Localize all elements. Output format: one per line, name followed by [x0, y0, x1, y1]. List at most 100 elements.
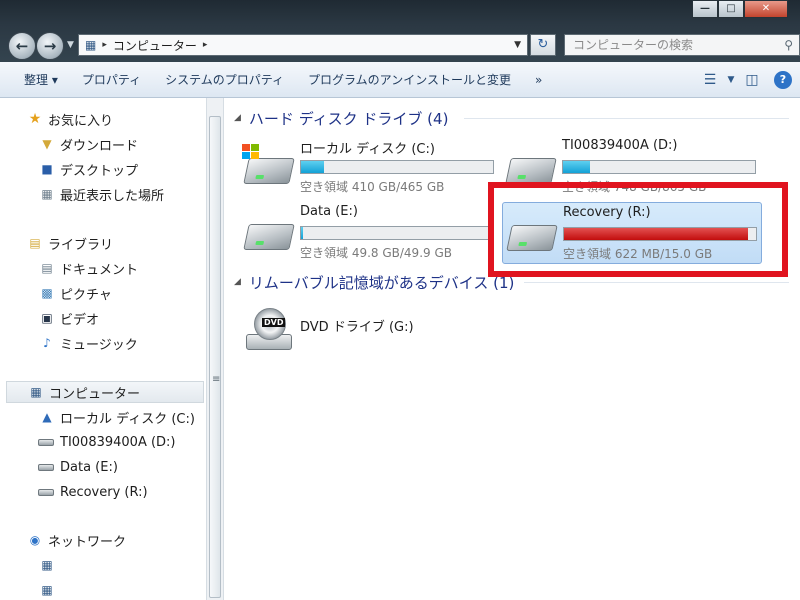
arrow-right-icon: → — [43, 37, 57, 55]
preview-pane-icon[interactable]: ◫ — [738, 72, 766, 88]
help-button[interactable]: ? — [774, 71, 792, 89]
address-bar[interactable]: ▦ ▸ コンピューター ▸ ▼ — [78, 34, 528, 56]
search-input[interactable]: コンピューターの検索 ⚲ — [564, 34, 800, 56]
recent-places-icon: ▦ — [41, 187, 53, 201]
drive-icon — [505, 158, 557, 184]
navigation-pane: ★ お気に入り ▼ ダウンロード ■ デスクトップ ▦ 最近表示した場所 ▤ ラ… — [0, 98, 206, 600]
dvd-drive-icon: DVD — [246, 308, 292, 352]
group-header-hard-disks[interactable]: ◢ ハード ディスク ドライブ (4) — [234, 108, 448, 128]
drive-free-space: 空き領域 410 GB/465 GB — [300, 180, 445, 194]
command-bar: 整理 ▾ プロパティ システムのプロパティ プログラムのアンインストールと変更 … — [0, 62, 800, 98]
sidebar-item-recent-places[interactable]: ▦ 最近表示した場所 — [38, 183, 164, 205]
drive-name: Data (E:) — [300, 204, 358, 219]
drive-icon — [38, 463, 54, 471]
drive-light — [517, 175, 527, 179]
collapse-triangle-icon[interactable]: ◢ — [234, 113, 241, 123]
drive-light — [255, 175, 265, 179]
sidebar-item-network-pc[interactable]: ▦ — [38, 579, 60, 600]
group-divider — [464, 118, 789, 119]
recent-pages-dropdown[interactable]: ▼ — [67, 40, 74, 50]
drive-tile-g[interactable]: DVD DVD ドライブ (G:) — [240, 300, 500, 362]
sidebar-item-label: ドキュメント — [60, 262, 139, 278]
drive-icon — [243, 158, 295, 184]
drive-icon — [243, 224, 295, 250]
documents-icon: ▤ — [41, 261, 53, 275]
sidebar-item-label: お気に入り — [48, 113, 114, 129]
sidebar-item-label: ピクチャ — [60, 287, 112, 303]
navigation-scrollbar[interactable]: ≡ — [206, 98, 224, 600]
sidebar-item-drive-r[interactable]: Recovery (R:) — [38, 481, 148, 503]
sidebar-item-label: ローカル ディスク (C:) — [60, 411, 195, 427]
sidebar-item-drive-e[interactable]: Data (E:) — [38, 456, 118, 478]
drive-tile-e[interactable]: Data (E:) 空き領域 49.8 GB/49.9 GB — [240, 202, 500, 264]
drive-tile-c[interactable]: ローカル ディスク (C:) 空き領域 410 GB/465 GB — [240, 136, 500, 198]
sidebar-item-label: Recovery (R:) — [60, 484, 148, 500]
drive-light — [255, 241, 265, 245]
breadcrumb-computer[interactable]: コンピューター — [113, 37, 197, 54]
scrollbar-thumb[interactable]: ≡ — [209, 116, 221, 598]
back-button[interactable]: ← — [8, 32, 36, 60]
group-header-removable[interactable]: ◢ リムーバブル記憶域があるデバイス (1) — [234, 272, 514, 292]
sidebar-item-label: ダウンロード — [60, 138, 139, 154]
organize-button[interactable]: 整理 ▾ — [0, 71, 70, 88]
system-drive-icon: ▲ — [42, 410, 52, 424]
sidebar-item-network[interactable]: ◉ ネットワーク — [26, 529, 126, 551]
refresh-icon: ↻ — [537, 37, 549, 52]
arrow-left-icon: ← — [15, 37, 29, 55]
sidebar-item-computer[interactable]: ▦ コンピューター — [6, 381, 204, 403]
sidebar-item-label: TI00839400A (D:) — [60, 434, 176, 450]
drive-usage-fill — [563, 161, 590, 173]
refresh-button[interactable]: ↻ — [530, 34, 556, 56]
drive-free-space: 空き領域 49.8 GB/49.9 GB — [300, 246, 452, 260]
drive-usage-bar — [562, 160, 756, 174]
minimize-button[interactable]: — — [692, 0, 718, 18]
maximize-button[interactable]: □ — [718, 0, 744, 18]
content-pane: ◢ ハード ディスク ドライブ (4) ローカル ディスク (C:) 空き領域 … — [224, 98, 800, 600]
breadcrumb-separator[interactable]: ▸ — [102, 40, 107, 50]
view-options-icon[interactable]: ☰ — [696, 72, 724, 88]
collapse-triangle-icon[interactable]: ◢ — [234, 277, 241, 287]
computer-icon: ▦ — [30, 385, 42, 399]
sidebar-item-desktop[interactable]: ■ デスクトップ — [38, 158, 138, 180]
music-icon: ♪ — [43, 336, 51, 350]
sidebar-item-libraries[interactable]: ▤ ライブラリ — [26, 232, 113, 254]
view-dropdown-icon[interactable]: ▼ — [724, 75, 738, 85]
windows-logo-icon — [242, 144, 260, 160]
libraries-icon: ▤ — [29, 236, 41, 250]
sidebar-item-drive-c[interactable]: ▲ ローカル ディスク (C:) — [38, 406, 195, 428]
search-placeholder: コンピューターの検索 — [573, 38, 694, 52]
sidebar-item-label: 最近表示した場所 — [60, 188, 165, 204]
system-properties-button[interactable]: システムのプロパティ — [153, 71, 296, 88]
computer-icon: ▦ — [85, 38, 97, 52]
network-icon: ◉ — [29, 533, 41, 547]
sidebar-item-downloads[interactable]: ▼ ダウンロード — [38, 133, 138, 155]
sidebar-item-drive-d[interactable]: TI00839400A (D:) — [38, 431, 176, 453]
more-commands-button[interactable]: » — [523, 73, 554, 87]
drive-name: TI00839400A (D:) — [562, 138, 678, 153]
highlight-annotation — [488, 182, 788, 277]
drive-usage-fill — [301, 161, 325, 173]
sidebar-item-favorites[interactable]: ★ お気に入り — [26, 108, 113, 130]
properties-button[interactable]: プロパティ — [70, 71, 153, 88]
sidebar-item-music[interactable]: ♪ ミュージック — [38, 332, 138, 354]
close-button[interactable]: ✕ — [744, 0, 788, 18]
breadcrumb-separator[interactable]: ▸ — [203, 40, 208, 50]
desktop-icon: ■ — [41, 162, 53, 176]
group-header-label: ハード ディスク ドライブ (4) — [248, 109, 449, 128]
drive-usage-bar — [300, 160, 494, 174]
drive-name: DVD ドライブ (G:) — [300, 320, 414, 335]
download-folder-icon: ▼ — [42, 137, 52, 151]
dvd-label: DVD — [262, 318, 286, 327]
sidebar-item-pictures[interactable]: ▩ ピクチャ — [38, 282, 112, 304]
search-icon: ⚲ — [784, 38, 793, 52]
sidebar-item-network-pc[interactable]: ▦ — [38, 554, 60, 576]
drive-icon — [38, 488, 54, 496]
sidebar-item-label: ミュージック — [60, 337, 138, 353]
title-bar: — □ ✕ ← → ▼ ▦ ▸ コンピューター ▸ ▼ ↻ コンピューターの検索… — [0, 0, 800, 62]
sidebar-item-videos[interactable]: ▣ ビデオ — [38, 307, 99, 329]
chevron-down-icon[interactable]: ▼ — [514, 40, 521, 50]
uninstall-button[interactable]: プログラムのアンインストールと変更 — [296, 71, 523, 88]
drive-name: ローカル ディスク (C:) — [300, 142, 435, 157]
sidebar-item-documents[interactable]: ▤ ドキュメント — [38, 257, 138, 279]
forward-button[interactable]: → — [36, 32, 64, 60]
